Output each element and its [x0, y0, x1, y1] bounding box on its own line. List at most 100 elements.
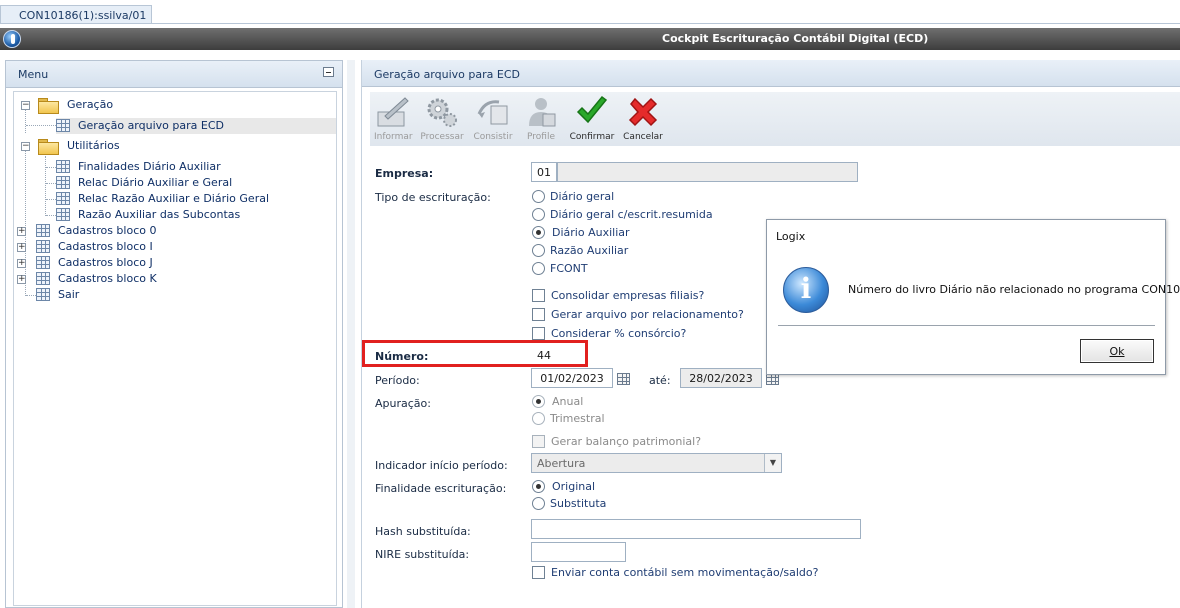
tipo-radio-razao-auxiliar[interactable]: [532, 244, 545, 257]
tree-item-bloco-j[interactable]: + Cadastros bloco J: [14, 255, 334, 271]
nire-field[interactable]: [531, 542, 626, 562]
tree-item-bloco-0[interactable]: + Cadastros bloco 0: [14, 223, 334, 239]
finalidade-radio-original[interactable]: [532, 480, 545, 493]
finalidade-option-label: Substituta: [550, 497, 607, 510]
finalidade-radio-substituta[interactable]: [532, 497, 545, 510]
tree-item-label: Razão Auxiliar das Subcontas: [78, 208, 241, 221]
nire-label: NIRE substituída:: [375, 548, 470, 561]
profile-icon: [529, 98, 556, 127]
ate-label: até:: [649, 374, 671, 387]
program-grid-icon: [36, 256, 50, 269]
program-grid-icon: [36, 288, 50, 301]
tree-item-sair[interactable]: Sair: [14, 287, 334, 303]
collapse-icon[interactable]: −: [21, 142, 30, 151]
expand-icon[interactable]: +: [17, 275, 26, 284]
periodo-to-field[interactable]: 28/02/2023: [680, 368, 762, 388]
message-dialog: Logix i Número do livro Diário não relac…: [766, 219, 1180, 375]
toolbar: Informar Processar Consistir Profile Con…: [370, 92, 1180, 146]
tree-line: [46, 199, 56, 200]
panel-splitter[interactable]: [347, 60, 355, 608]
indicador-label: Indicador início período:: [375, 459, 508, 472]
menu-title: Menu: [18, 68, 49, 81]
program-grid-icon: [56, 192, 70, 205]
profile-button[interactable]: Profile: [522, 92, 560, 146]
tree-item-bloco-k[interactable]: + Cadastros bloco K: [14, 271, 334, 287]
tree-item-label: Cadastros bloco 0: [58, 224, 157, 237]
tipo-escrituracao-label: Tipo de escrituração:: [375, 191, 491, 204]
tree-item-label: Geração arquivo para ECD: [78, 119, 224, 132]
apuracao-radio-trimestral[interactable]: [532, 412, 545, 425]
hash-label: Hash substituída:: [375, 525, 471, 538]
program-grid-icon: [36, 224, 50, 237]
consolidar-checkbox[interactable]: [532, 289, 545, 302]
calendar-icon[interactable]: [617, 373, 630, 385]
enviar-conta-checkbox[interactable]: [532, 566, 545, 579]
tree-item-geracao-arquivo[interactable]: Geração arquivo para ECD: [56, 118, 336, 134]
periodo-from-field[interactable]: 01/02/2023: [531, 368, 613, 388]
consolidar-label: Consolidar empresas filiais?: [551, 289, 705, 302]
tree-item-label: Geração: [67, 98, 114, 111]
tree-item-label: Relac Razão Auxiliar e Diário Geral: [78, 192, 270, 205]
dialog-divider: [778, 325, 1155, 326]
apuracao-label: Apuração:: [375, 397, 431, 410]
empresa-name-field: [557, 162, 858, 182]
title-bar: Cockpit Escrituração Contábil Digital (E…: [0, 28, 1180, 50]
gears-icon: [427, 98, 457, 127]
dialog-title: Logix: [776, 230, 806, 243]
hash-field[interactable]: [531, 519, 861, 539]
x-icon: [628, 97, 658, 127]
tree-item-label: Cadastros bloco J: [58, 256, 153, 269]
tipo-option-label: Diário Auxiliar: [552, 226, 630, 239]
consistir-button[interactable]: Consistir: [472, 92, 514, 146]
program-grid-icon: [56, 176, 70, 189]
tree-item-relac-diario[interactable]: Relac Diário Auxiliar e Geral: [56, 175, 336, 191]
tipo-radio-fcont[interactable]: [532, 262, 545, 275]
program-grid-icon: [56, 208, 70, 221]
toolbar-label: Cancelar: [623, 132, 663, 142]
empresa-code-field[interactable]: 01: [531, 162, 557, 182]
tipo-radio-diario-geral[interactable]: [532, 190, 545, 203]
toolbar-label: Informar: [374, 132, 413, 142]
app-logo-icon[interactable]: [3, 30, 21, 48]
tipo-radio-diario-auxiliar[interactable]: [532, 226, 545, 239]
tree-item-label: Cadastros bloco K: [58, 272, 157, 285]
tree-item-razao-subcontas[interactable]: Razão Auxiliar das Subcontas: [56, 207, 336, 223]
consistir-icon: [477, 100, 508, 125]
processar-button[interactable]: Processar: [420, 92, 464, 146]
window-tab-label: CON10186(1):ssilva/01: [19, 9, 147, 22]
gerar-balanco-checkbox[interactable]: [532, 435, 545, 448]
tree-item-utilitarios[interactable]: − Utilitários: [14, 138, 334, 155]
program-grid-icon: [56, 119, 70, 132]
tree-item-label: Utilitários: [67, 139, 120, 152]
apuracao-option-label: Anual: [552, 395, 584, 408]
tab-divider: [0, 23, 1180, 24]
tree-item-relac-razao[interactable]: Relac Razão Auxiliar e Diário Geral: [56, 191, 336, 207]
gerar-relacionamento-checkbox[interactable]: [532, 308, 545, 321]
toolbar-label: Consistir: [473, 132, 513, 142]
informar-button[interactable]: Informar: [374, 92, 413, 146]
ok-button[interactable]: Ok: [1080, 339, 1154, 363]
tree-item-label: Relac Diário Auxiliar e Geral: [78, 176, 233, 189]
chevron-down-icon[interactable]: ▼: [764, 454, 781, 472]
apuracao-radio-anual[interactable]: [532, 395, 545, 408]
enviar-conta-label: Enviar conta contábil sem movimentação/s…: [551, 566, 819, 579]
tipo-radio-diario-geral-resumida[interactable]: [532, 208, 545, 221]
tree-item-finalidades[interactable]: Finalidades Diário Auxiliar: [56, 159, 336, 175]
window-tab[interactable]: CON10186(1):ssilva/01: [0, 5, 152, 24]
confirmar-button[interactable]: Confirmar: [568, 92, 616, 146]
expand-icon[interactable]: +: [17, 259, 26, 268]
collapse-icon[interactable]: −: [21, 101, 30, 110]
gerar-relacionamento-label: Gerar arquivo por relacionamento?: [551, 308, 744, 321]
considerar-consorcio-checkbox[interactable]: [532, 327, 545, 340]
expand-icon[interactable]: +: [17, 243, 26, 252]
tree-item-bloco-i[interactable]: + Cadastros bloco I: [14, 239, 334, 255]
menu-tree: − Geração Geração arquivo para ECD − Uti…: [13, 91, 337, 606]
collapse-panel-icon[interactable]: [323, 67, 334, 77]
indicador-select[interactable]: Abertura ▼: [531, 453, 782, 473]
tree-item-geracao[interactable]: − Geração: [14, 97, 334, 114]
cancelar-button[interactable]: Cancelar: [622, 92, 664, 146]
tipo-option-label: FCONT: [550, 262, 588, 275]
tree-line: [45, 156, 46, 216]
expand-icon[interactable]: +: [17, 227, 26, 236]
tipo-option-label: Diário geral: [550, 190, 615, 203]
